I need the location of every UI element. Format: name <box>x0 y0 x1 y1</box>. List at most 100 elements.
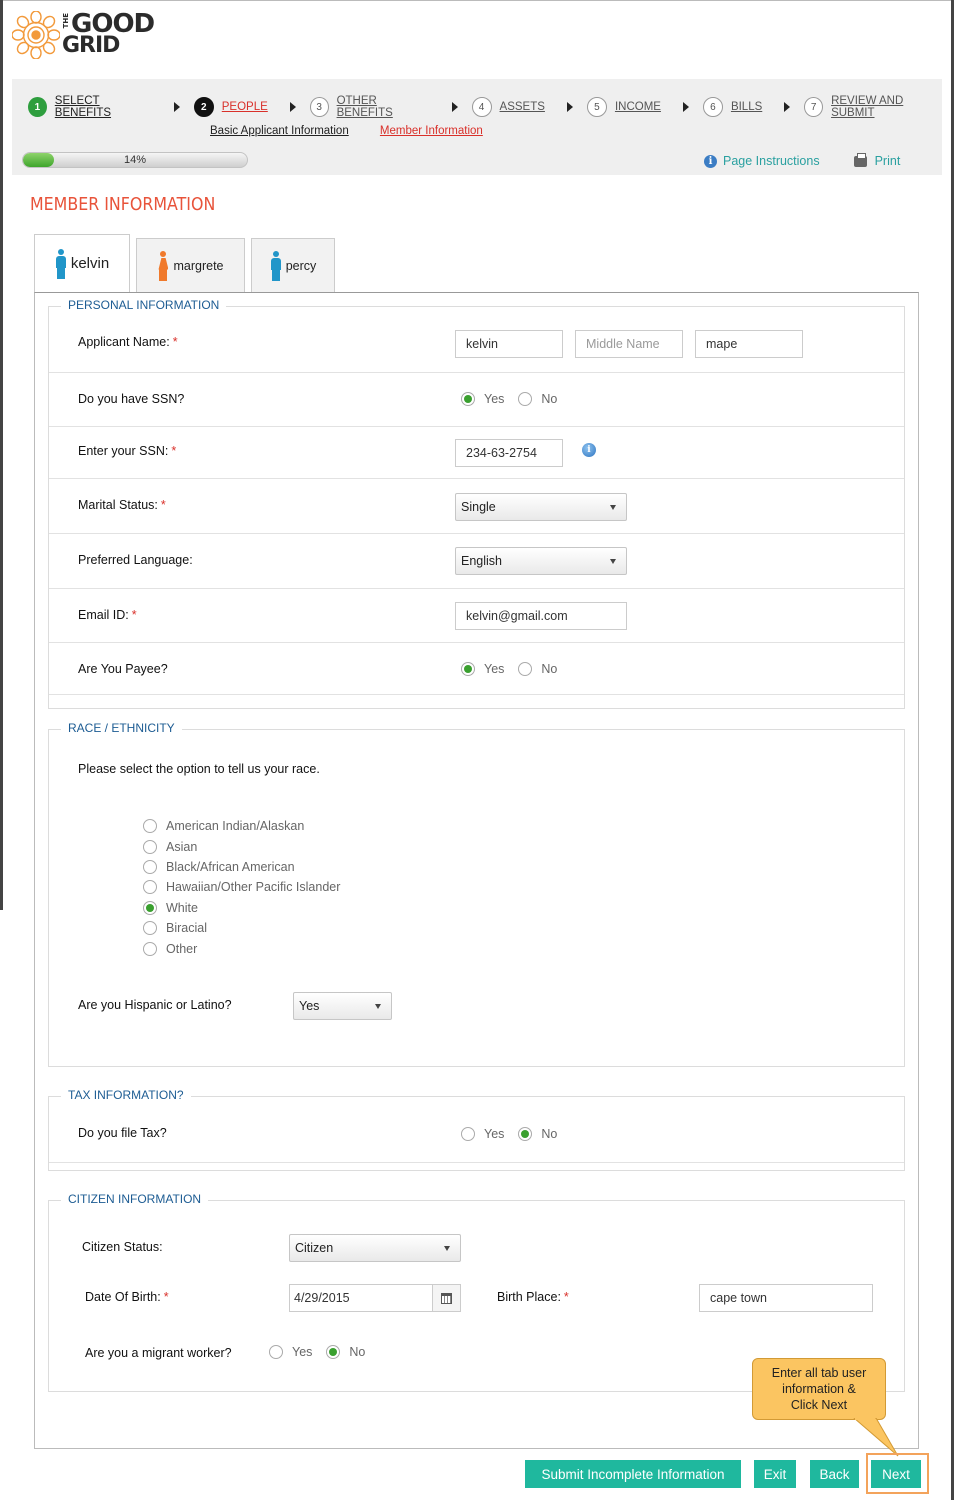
window-left-border <box>0 0 3 910</box>
race-option[interactable]: Asian <box>143 836 340 856</box>
ssn-no-radio[interactable]: No <box>518 392 557 406</box>
step-label[interactable]: REVIEW AND SUBMIT <box>831 95 942 119</box>
field-label: Preferred Language: <box>78 553 193 567</box>
ssn-yes-radio[interactable]: Yes <box>461 392 504 406</box>
step-assets[interactable]: 4 ASSETS <box>471 97 545 117</box>
section-legend: PERSONAL INFORMATION <box>61 298 227 312</box>
step-people[interactable]: 2 PEOPLE <box>193 97 268 117</box>
dob-input[interactable]: 4/29/2015 <box>289 1284 433 1312</box>
submit-incomplete-button[interactable]: Submit Incomplete Information <box>525 1460 741 1488</box>
chevron-down-icon <box>444 1246 450 1251</box>
print-link[interactable]: Print <box>875 154 901 168</box>
step-label[interactable]: INCOME <box>615 101 661 113</box>
calendar-icon[interactable] <box>433 1284 461 1312</box>
citizen-status-select[interactable]: Citizen <box>289 1234 461 1262</box>
tab-kelvin[interactable]: kelvin <box>34 234 130 292</box>
ssn-input[interactable]: 234-63-2754 <box>455 439 563 467</box>
middle-name-input[interactable]: Middle Name <box>575 330 683 358</box>
section-legend: RACE / ETHNICITY <box>61 721 182 735</box>
tab-label: percy <box>285 258 317 273</box>
tab-label: margrete <box>173 258 224 273</box>
payee-no-radio[interactable]: No <box>518 662 557 676</box>
language-row: Preferred Language: English <box>49 534 904 589</box>
field-label: Do you have SSN? <box>78 392 185 406</box>
exit-button[interactable]: Exit <box>754 1460 796 1488</box>
citizen-status-label: Citizen Status: <box>82 1240 163 1254</box>
race-option[interactable]: Other <box>143 938 340 958</box>
step-number: 7 <box>804 97 824 117</box>
first-name-input[interactable]: kelvin <box>455 330 563 358</box>
step-arrow-icon <box>173 102 180 112</box>
payee-row: Are You Payee? Yes No <box>49 643 904 695</box>
step-label[interactable]: BILLS <box>731 101 762 113</box>
tax-radio-group: Yes No <box>461 1127 571 1141</box>
step-arrow-icon <box>451 102 458 112</box>
migrant-radio-group: Yes No <box>269 1345 379 1359</box>
race-ethnicity-section: RACE / ETHNICITY Please select the optio… <box>48 721 905 1067</box>
step-income[interactable]: 5 INCOME <box>586 97 661 117</box>
step-number: 6 <box>702 97 723 117</box>
ssn-info-icon[interactable]: i <box>582 443 596 457</box>
preferred-language-select[interactable]: English <box>455 547 627 575</box>
step-review-and-submit[interactable]: 7 REVIEW AND SUBMIT <box>804 95 942 119</box>
step-label[interactable]: SELECT BENEFITS <box>55 95 152 119</box>
payee-radio-group: Yes No <box>461 662 571 676</box>
tax-row: Do you file Tax? Yes No <box>49 1106 904 1163</box>
ssn-question-row: Do you have SSN? Yes No <box>49 373 904 427</box>
tab-margrete[interactable]: margrete <box>136 238 245 292</box>
window-top-border <box>0 0 954 1</box>
payee-yes-radio[interactable]: Yes <box>461 662 504 676</box>
progress-text: 14% <box>123 154 147 166</box>
tax-no-radio[interactable]: No <box>518 1127 557 1141</box>
substep-basic-applicant-information[interactable]: Basic Applicant Information <box>210 125 349 137</box>
step-bills[interactable]: 6 BILLS <box>702 97 762 117</box>
step-label[interactable]: ASSETS <box>500 101 545 113</box>
step-arrow-icon <box>289 102 296 112</box>
field-label: Marital Status: * <box>78 498 166 512</box>
race-option[interactable]: Black/African American <box>143 857 340 877</box>
info-icon: i <box>704 154 717 168</box>
marital-status-select[interactable]: Single <box>455 493 627 521</box>
back-button[interactable]: Back <box>810 1460 859 1488</box>
email-input[interactable]: kelvin@gmail.com <box>455 602 627 630</box>
tax-yes-radio[interactable]: Yes <box>461 1127 504 1141</box>
race-option[interactable]: American Indian/Alaskan <box>143 816 340 836</box>
substeps: Basic Applicant Information Member Infor… <box>210 125 511 137</box>
field-label: Email ID: * <box>78 608 137 622</box>
printer-icon[interactable] <box>853 152 867 167</box>
ssn-radio-group: Yes No <box>461 392 571 406</box>
page-instructions-link[interactable]: Page Instructions <box>723 154 820 168</box>
step-label[interactable]: PEOPLE <box>222 101 268 113</box>
window-right-border <box>951 0 954 1500</box>
birth-place-label: Birth Place: * <box>497 1290 569 1304</box>
marital-status-row: Marital Status: * Single <box>49 479 904 534</box>
tab-percy[interactable]: percy <box>251 238 335 292</box>
page-tools: i Page Instructions Print <box>704 152 901 168</box>
substep-member-information[interactable]: Member Information <box>380 125 483 137</box>
race-option[interactable]: Hawaiian/Other Pacific Islander <box>143 877 340 897</box>
personal-information-section: PERSONAL INFORMATION Applicant Name: * ke… <box>48 298 905 709</box>
male-person-icon <box>55 248 67 279</box>
good-grid-logo: THEGOOD GRID <box>12 8 155 62</box>
next-hint-callout: Enter all tab user information & Click N… <box>752 1358 886 1420</box>
chevron-down-icon <box>375 1004 381 1009</box>
step-number: 5 <box>586 97 607 117</box>
last-name-input[interactable]: mape <box>695 330 803 358</box>
hispanic-select[interactable]: Yes <box>293 992 392 1020</box>
step-number: 3 <box>309 97 329 117</box>
step-select-benefits[interactable]: 1 SELECT BENEFITS <box>28 95 152 119</box>
step-number: 2 <box>193 97 214 117</box>
step-other-benefits[interactable]: 3 OTHER BENEFITS <box>309 95 430 119</box>
field-label: Enter your SSN: * <box>78 444 177 458</box>
migrant-yes-radio[interactable]: Yes <box>269 1345 312 1359</box>
birth-place-input[interactable]: cape town <box>699 1284 873 1312</box>
next-button[interactable]: Next <box>871 1460 921 1488</box>
member-tabs: kelvin margrete percy <box>34 234 341 292</box>
step-label[interactable]: OTHER BENEFITS <box>337 95 430 119</box>
applicant-name-row: Applicant Name: * kelvin Middle Name mape <box>49 316 904 373</box>
race-option[interactable]: Biracial <box>143 918 340 938</box>
race-option-selected[interactable]: White <box>143 898 340 918</box>
migrant-no-radio[interactable]: No <box>326 1345 365 1359</box>
step-arrow-icon <box>784 102 791 112</box>
male-person-icon <box>270 250 282 281</box>
